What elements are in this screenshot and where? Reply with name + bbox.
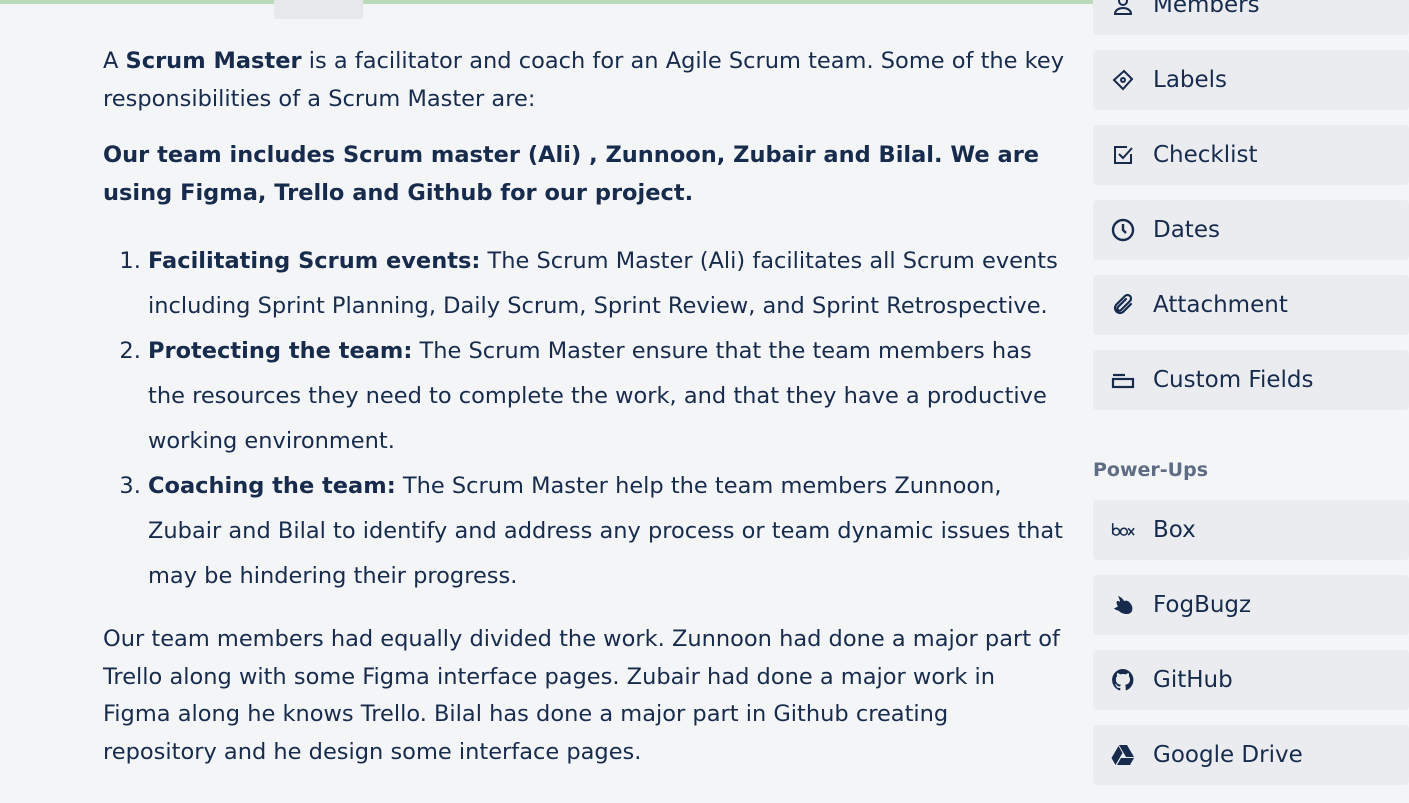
card-description[interactable]: A Scrum Master is a facilitator and coac… — [103, 43, 1068, 771]
checkbox-icon — [1109, 141, 1137, 169]
person-icon — [1109, 0, 1137, 19]
responsibilities-list: Facilitating Scrum events: The Scrum Mas… — [103, 239, 1068, 599]
intro-bold: Scrum Master — [125, 48, 302, 74]
attachment-button[interactable]: Attachment — [1093, 275, 1409, 335]
tag-icon — [1109, 66, 1137, 94]
google-drive-powerup-button[interactable]: Google Drive — [1093, 725, 1409, 785]
github-logo-icon — [1109, 666, 1137, 694]
box-powerup-button[interactable]: Box — [1093, 500, 1409, 560]
list-item-title: Protecting the team: — [148, 338, 413, 364]
custom-fields-button[interactable]: Custom Fields — [1093, 350, 1409, 410]
custom-fields-label: Custom Fields — [1153, 367, 1314, 393]
summary-paragraph: Our team members had equally divided the… — [103, 626, 1060, 765]
google-drive-label: Google Drive — [1153, 742, 1303, 768]
members-label: Members — [1153, 0, 1260, 18]
list-item-title: Coaching the team: — [148, 473, 396, 499]
intro-pre: A — [103, 48, 126, 74]
box-logo-icon — [1109, 516, 1137, 544]
github-powerup-button[interactable]: GitHub — [1093, 650, 1409, 710]
list-item: Protecting the team: The Scrum Master en… — [148, 329, 1068, 464]
labels-button[interactable]: Labels — [1093, 50, 1409, 110]
google-drive-logo-icon — [1109, 741, 1137, 769]
box-label: Box — [1153, 517, 1196, 543]
paperclip-icon — [1109, 291, 1137, 319]
attachment-label: Attachment — [1153, 292, 1288, 318]
dates-button[interactable]: Dates — [1093, 200, 1409, 260]
list-item-title: Facilitating Scrum events: — [148, 248, 481, 274]
labels-label: Labels — [1153, 67, 1228, 93]
clock-icon — [1109, 216, 1137, 244]
list-item: Coaching the team: The Scrum Master help… — [148, 464, 1068, 599]
list-item: Facilitating Scrum events: The Scrum Mas… — [148, 239, 1068, 329]
edit-button-cut[interactable] — [274, 0, 363, 19]
checklist-label: Checklist — [1153, 142, 1258, 168]
fogbugz-logo-icon — [1109, 591, 1137, 619]
powerups-title: Power-Ups — [1093, 459, 1209, 481]
card-field-icon — [1109, 366, 1137, 394]
team-note: Our team includes Scrum master (Ali) , Z… — [103, 142, 1040, 206]
checklist-button[interactable]: Checklist — [1093, 125, 1409, 185]
dates-label: Dates — [1153, 217, 1220, 243]
intro-paragraph: A Scrum Master is a facilitator and coac… — [103, 43, 1068, 118]
fogbugz-powerup-button[interactable]: FogBugz — [1093, 575, 1409, 635]
fogbugz-label: FogBugz — [1153, 592, 1252, 618]
github-label: GitHub — [1153, 667, 1233, 693]
members-button[interactable]: Members — [1093, 0, 1409, 35]
